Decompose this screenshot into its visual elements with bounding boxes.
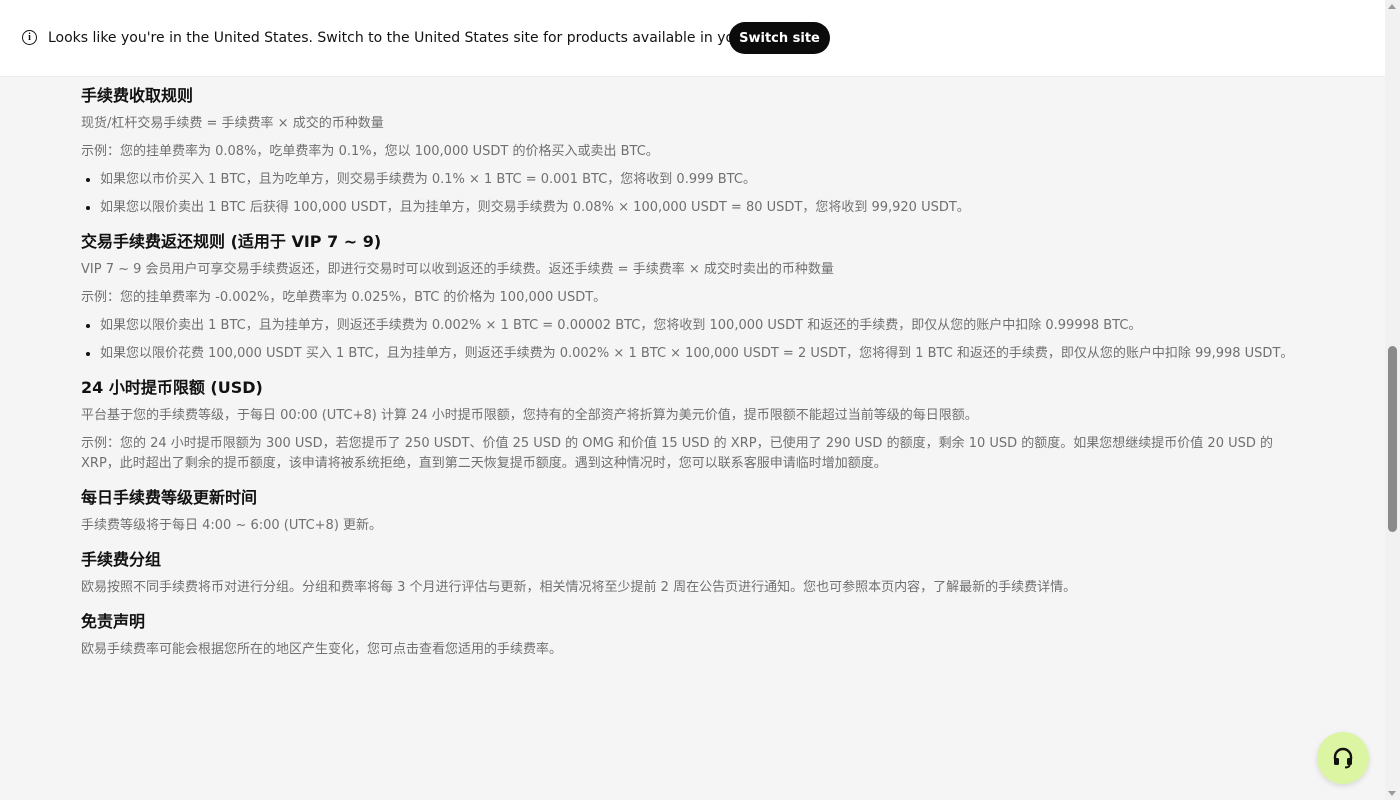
info-icon: i: [22, 30, 37, 45]
list-item: 如果您以限价卖出 1 BTC 后获得 100,000 USDT，且为挂单方，则交…: [100, 198, 1299, 218]
section-title: 手续费收取规则: [81, 86, 194, 105]
fee-rules-content: 手续费收取规则 现货/杠杆交易手续费 = 手续费率 × 成交的币种数量 示例：您…: [81, 84, 1299, 660]
scroll-down-arrow-icon[interactable]: [1388, 791, 1396, 796]
section-paragraph: VIP 7 ~ 9 会员用户可享交易手续费返还，即进行交易时可以收到返还的手续费…: [81, 262, 834, 277]
section-paragraph: 手续费等级将于每日 4:00 ~ 6:00 (UTC+8) 更新。: [81, 518, 383, 533]
scrollbar-thumb[interactable]: [1388, 346, 1397, 532]
section-title: 交易手续费返还规则 (适用于 VIP 7 ~ 9): [81, 232, 382, 251]
section-title: 手续费分组: [81, 550, 162, 569]
switch-site-button[interactable]: Switch site: [729, 22, 830, 54]
section-disclaimer: 免责声明 欧易手续费率可能会根据您所在的地区产生变化，您可点击查看您适用的手续费…: [81, 610, 1299, 660]
example-paragraph: 示例：您的 24 小时提币限额为 300 USD，若您提币了 250 USDT、…: [81, 436, 1274, 471]
list-item: 如果您以市价买入 1 BTC，且为吃单方，则交易手续费为 0.1% × 1 BT…: [100, 170, 1299, 190]
section-paragraph: 平台基于您的手续费等级，于每日 00:00 (UTC+8) 计算 24 小时提币…: [81, 408, 978, 423]
list-item: 如果您以限价卖出 1 BTC，且为挂单方，则返还手续费为 0.002% × 1 …: [100, 316, 1299, 336]
section-title: 每日手续费等级更新时间: [81, 488, 258, 507]
example-paragraph: 示例：您的挂单费率为 0.08%，吃单费率为 0.1%，您以 100,000 U…: [81, 144, 659, 159]
section-paragraph: 欧易手续费率可能会根据您所在的地区产生变化，您可点击查看您适用的手续费率。: [81, 642, 563, 657]
example-paragraph: 示例：您的挂单费率为 -0.002%，吃单费率为 0.025%，BTC 的价格为…: [81, 290, 607, 305]
customer-support-button[interactable]: [1317, 732, 1369, 784]
page-scrollbar[interactable]: [1385, 0, 1400, 800]
section-fee-collection-rules: 手续费收取规则 现货/杠杆交易手续费 = 手续费率 × 成交的币种数量 示例：您…: [81, 84, 1299, 218]
section-paragraph: 现货/杠杆交易手续费 = 手续费率 × 成交的币种数量: [81, 116, 384, 131]
region-banner: i Looks like you're in the United States…: [0, 0, 1385, 77]
section-fee-tier-update-time: 每日手续费等级更新时间 手续费等级将于每日 4:00 ~ 6:00 (UTC+8…: [81, 486, 1299, 536]
section-title: 24 小时提币限额 (USD): [81, 378, 263, 397]
section-fee-groups: 手续费分组 欧易按照不同手续费将币对进行分组。分组和费率将每 3 个月进行评估与…: [81, 548, 1299, 598]
section-withdrawal-limit: 24 小时提币限额 (USD) 平台基于您的手续费等级，于每日 00:00 (U…: [81, 376, 1299, 474]
headset-icon: [1333, 747, 1353, 769]
example-list: 如果您以市价买入 1 BTC，且为吃单方，则交易手续费为 0.1% × 1 BT…: [81, 170, 1299, 218]
example-list: 如果您以限价卖出 1 BTC，且为挂单方，则返还手续费为 0.002% × 1 …: [81, 316, 1299, 364]
list-item: 如果您以限价花费 100,000 USDT 买入 1 BTC，且为挂单方，则返还…: [100, 344, 1299, 364]
section-paragraph: 欧易按照不同手续费将币对进行分组。分组和费率将每 3 个月进行评估与更新，相关情…: [81, 580, 1077, 595]
scroll-up-arrow-icon[interactable]: [1388, 4, 1396, 9]
region-message: Looks like you're in the United States. …: [48, 30, 802, 46]
section-fee-rebate-rules: 交易手续费返还规则 (适用于 VIP 7 ~ 9) VIP 7 ~ 9 会员用户…: [81, 230, 1299, 364]
section-title: 免责声明: [81, 612, 146, 631]
